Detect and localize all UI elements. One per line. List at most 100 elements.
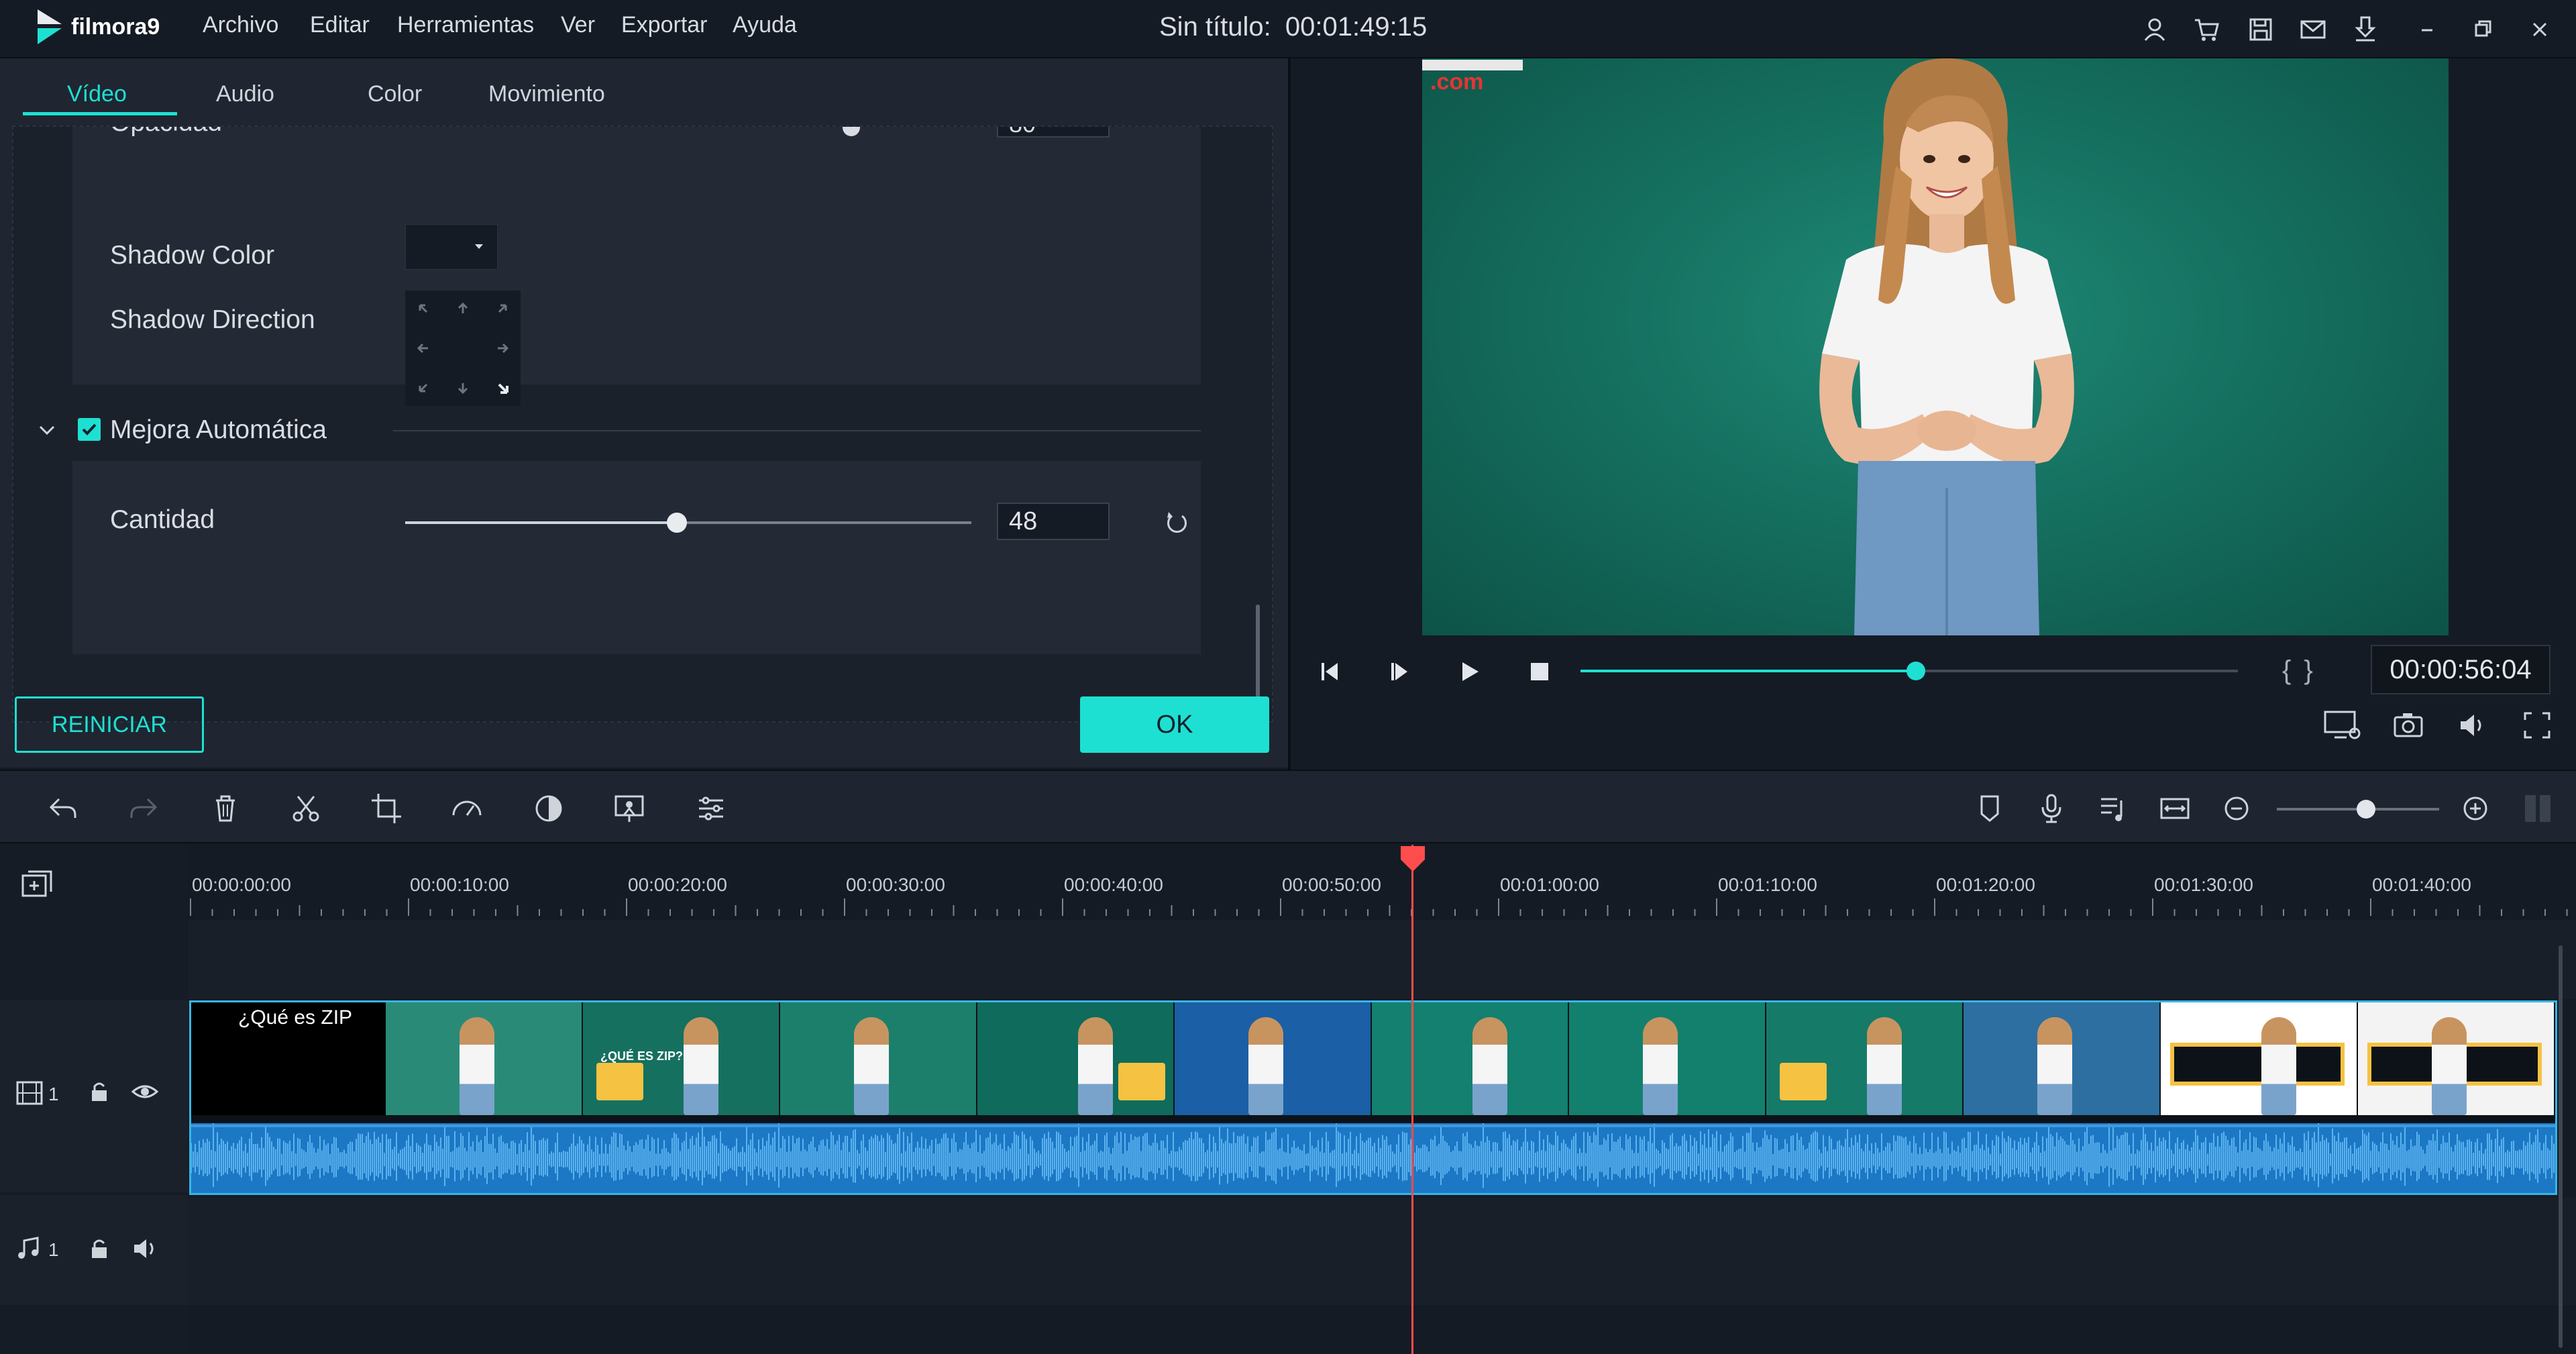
- shadow-color-dropdown[interactable]: [405, 224, 498, 270]
- menu-exportar[interactable]: Exportar: [621, 12, 708, 38]
- fullscreen-icon[interactable]: [2520, 708, 2555, 743]
- redo-icon[interactable]: [125, 790, 162, 827]
- crop-icon[interactable]: [368, 790, 405, 827]
- tab-movimiento[interactable]: Movimiento: [488, 81, 605, 107]
- chevron-down-icon: [475, 244, 483, 249]
- mejora-checkbox[interactable]: [78, 418, 101, 441]
- cut-icon[interactable]: [287, 790, 325, 827]
- clip-thumbnail: [780, 1002, 977, 1115]
- thumbnail-figure: [2432, 1017, 2467, 1115]
- ruler-ticks: [190, 898, 2568, 916]
- ok-label: OK: [1156, 711, 1193, 739]
- microphone-icon[interactable]: [2033, 790, 2070, 827]
- ok-button[interactable]: OK: [1080, 696, 1269, 753]
- speed-icon[interactable]: [448, 790, 486, 827]
- speaker-icon[interactable]: [130, 1235, 160, 1262]
- properties-panel: Vídeo Audio Color Movimiento Opacidad 80…: [0, 58, 1288, 768]
- reiniciar-button[interactable]: REINICIAR: [15, 696, 204, 753]
- thumbnail-folder: [1780, 1063, 1827, 1100]
- window-title: Sin título: 00:01:49:15: [1159, 12, 1427, 42]
- playhead-handle-icon[interactable]: [1398, 845, 1428, 874]
- opacity-value-field[interactable]: 80: [997, 127, 1110, 138]
- section-divider: [393, 430, 1201, 431]
- menu-herramientas[interactable]: Herramientas: [397, 12, 534, 38]
- eye-icon[interactable]: [130, 1078, 160, 1105]
- zoom-slider-knob[interactable]: [2357, 800, 2376, 819]
- video-clip[interactable]: ¿Qué es ZIP ¿QUÉ ES ZIP?: [189, 1000, 2557, 1195]
- reset-value-icon[interactable]: [1162, 508, 1191, 537]
- save-icon[interactable]: [2243, 12, 2278, 47]
- ruler-label: 00:00:10:00: [410, 874, 509, 895]
- mail-icon[interactable]: [2296, 12, 2330, 47]
- preview-timecode: 00:00:56:04: [2371, 645, 2551, 694]
- snapshot-icon[interactable]: [2391, 708, 2426, 743]
- layout-icon[interactable]: [2520, 790, 2557, 827]
- tab-color[interactable]: Color: [368, 81, 422, 107]
- preview-progress-knob[interactable]: [1906, 662, 1925, 680]
- preview-progress-fill: [1580, 670, 1916, 672]
- stop-icon[interactable]: [1524, 656, 1555, 687]
- display-settings-icon[interactable]: [2322, 708, 2363, 743]
- audio-mixer-icon[interactable]: [2094, 790, 2132, 827]
- lock-icon[interactable]: [86, 1235, 113, 1262]
- marker-icon[interactable]: [1971, 790, 2008, 827]
- cart-icon[interactable]: [2190, 12, 2224, 47]
- thumbnail-figure: [1248, 1017, 1283, 1115]
- ruler-label: 00:01:30:00: [2154, 874, 2253, 895]
- minimize-icon[interactable]: [2410, 12, 2445, 47]
- green-screen-icon[interactable]: [610, 790, 648, 827]
- next-frame-icon[interactable]: [1385, 656, 1415, 687]
- close-icon[interactable]: [2522, 12, 2557, 47]
- project-title: Sin título:: [1159, 12, 1271, 42]
- menu-ayuda[interactable]: Ayuda: [733, 12, 797, 38]
- menu-editar[interactable]: Editar: [310, 12, 370, 38]
- timecode-text: 00:00:56:04: [2390, 655, 2532, 684]
- add-track-icon[interactable]: [19, 866, 56, 904]
- music-note-icon: [18, 1237, 39, 1259]
- tab-audio[interactable]: Audio: [216, 81, 274, 107]
- ruler-label: 00:00:50:00: [1282, 874, 1381, 895]
- opacity-value: 80: [1009, 127, 1036, 136]
- download-icon[interactable]: [2348, 12, 2383, 47]
- video-preview[interactable]: .com: [1422, 58, 2449, 635]
- mark-in-out-icon[interactable]: { }: [2282, 656, 2316, 686]
- chevron-down-icon[interactable]: [36, 419, 58, 441]
- zoom-in-icon[interactable]: [2457, 790, 2494, 827]
- fit-icon[interactable]: [2156, 790, 2194, 827]
- ruler-label: 00:00:00:00: [192, 874, 291, 895]
- tab-video[interactable]: Vídeo: [67, 81, 127, 107]
- timeline-scrollbar[interactable]: [2559, 945, 2563, 1348]
- empty-track[interactable]: [188, 920, 2576, 999]
- clip-thumbnail: [977, 1002, 1175, 1115]
- watermark: .com: [1422, 58, 1523, 97]
- volume-icon[interactable]: [2455, 708, 2490, 743]
- reiniciar-label: REINICIAR: [52, 712, 167, 737]
- clip-thumbnail: [2161, 1002, 2358, 1115]
- adjust-icon[interactable]: [692, 790, 730, 827]
- play-icon[interactable]: [1454, 656, 1485, 687]
- menu-ver[interactable]: Ver: [561, 12, 595, 38]
- shadow-color-label: Shadow Color: [110, 241, 274, 270]
- restore-icon[interactable]: [2466, 12, 2501, 47]
- audio-track[interactable]: [188, 1198, 2576, 1305]
- property-tabs: Vídeo Audio Color Movimiento: [0, 58, 1288, 123]
- undo-icon[interactable]: [44, 790, 82, 827]
- color-icon[interactable]: [530, 790, 568, 827]
- time-ruler[interactable]: 00:00:00:00 00:00:10:00 00:00:20:00 00:0…: [188, 845, 2576, 919]
- cantidad-slider-knob[interactable]: [667, 513, 688, 533]
- thumbnail-figure: [1472, 1017, 1507, 1115]
- empty-track-bottom[interactable]: [188, 1308, 2576, 1354]
- ruler-label: 00:00:20:00: [628, 874, 727, 895]
- video-track-header: 1: [0, 1000, 188, 1192]
- delete-icon[interactable]: [207, 790, 244, 827]
- user-icon[interactable]: [2137, 12, 2172, 47]
- ruler-label: 00:00:40:00: [1064, 874, 1163, 895]
- video-track-number: 1: [48, 1084, 59, 1104]
- lock-icon[interactable]: [86, 1078, 113, 1105]
- thumbnail-figure: [2261, 1017, 2296, 1115]
- menu-archivo[interactable]: Archivo: [203, 12, 278, 38]
- shadow-direction-grid[interactable]: [405, 291, 521, 406]
- previous-frame-icon[interactable]: [1315, 656, 1346, 687]
- zoom-out-icon[interactable]: [2218, 790, 2255, 827]
- cantidad-value-field[interactable]: 48: [997, 503, 1110, 540]
